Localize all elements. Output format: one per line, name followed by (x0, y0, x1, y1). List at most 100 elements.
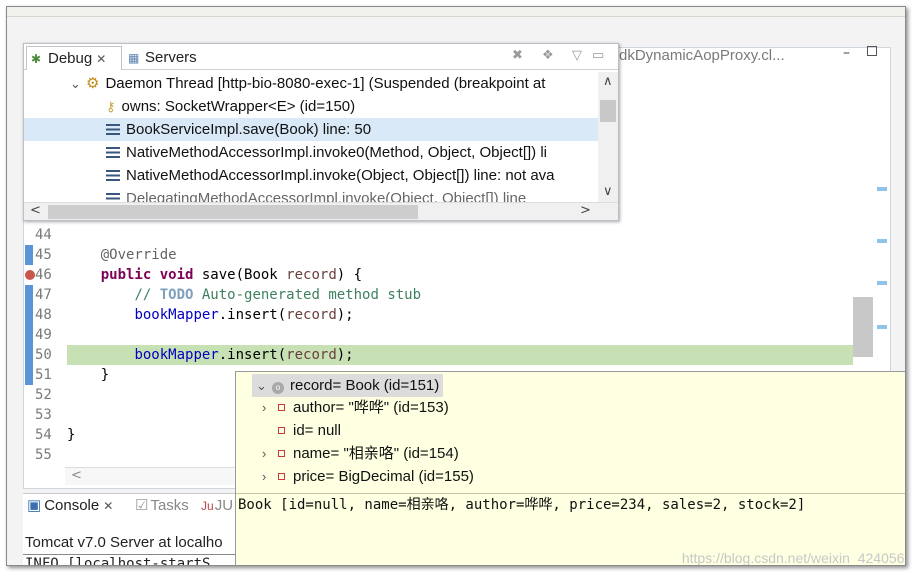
line-number: 49 (35, 327, 52, 343)
hover-tostring: Book [id=null, name=相亲咯, author=哗哗, pric… (238, 497, 806, 513)
thread-row[interactable]: ⌄ ⚙ Daemon Thread [http-bio-8080-exec-1] (… (24, 72, 598, 95)
stack-frame-row[interactable]: NativeMethodAccessorImpl.invoke0(Method,… (24, 141, 598, 164)
code-token: Auto-generated method stub (193, 287, 422, 303)
line-number: 52 (35, 387, 52, 403)
scroll-up-icon[interactable]: ∧ (603, 74, 613, 89)
stack-frame-row[interactable]: DelegatingMethodAccessorImpl.invoke(Obje… (24, 187, 598, 202)
hover-root-label: record= Book (id=151) (290, 377, 440, 394)
scroll-thumb[interactable] (48, 205, 418, 219)
code-token: record (286, 307, 337, 323)
gutter-marker[interactable] (25, 325, 33, 345)
thread-icon: ⚙ (86, 75, 100, 92)
code-token: ); (336, 347, 354, 363)
gutter-marker[interactable] (25, 305, 33, 325)
code-token: // (134, 287, 160, 303)
owns-row[interactable]: ⚷ owns: SocketWrapper<E> (id=150) (24, 95, 598, 118)
chevron-right-icon[interactable]: › (262, 396, 278, 419)
debug-horizontal-scrollbar[interactable]: < > (24, 202, 618, 220)
console-log-line: INFO [localhost-startS (25, 556, 211, 566)
key-icon: ⚷ (106, 99, 116, 114)
hover-field-label: author= "哗哗" (id=153) (293, 399, 449, 416)
code-token: ) { (336, 267, 363, 283)
stack-frame-icon (106, 170, 120, 181)
hover-field-label: id= null (293, 422, 341, 439)
scroll-thumb[interactable] (600, 100, 616, 122)
tab-junit[interactable]: JuJU (201, 494, 233, 518)
tab-tasks[interactable]: ☑ Tasks (135, 494, 189, 518)
code-line[interactable]: } (67, 365, 109, 385)
scroll-left-icon[interactable]: < (30, 203, 41, 218)
chevron-right-icon[interactable]: › (262, 442, 278, 465)
code-token: } (67, 367, 110, 383)
remove-terminated-icon[interactable]: ✖ (512, 48, 523, 63)
stack-frame-row[interactable]: NativeMethodAccessorImpl.invoke(Object, … (24, 164, 598, 187)
code-line[interactable]: @Override (67, 245, 177, 265)
hover-field-row[interactable]: › name= "相亲咯" (id=154) (262, 442, 459, 465)
hover-field-row[interactable]: › author= "哗哗" (id=153) (262, 396, 449, 419)
gutter-marker[interactable] (25, 345, 33, 365)
junit-icon: Ju (201, 499, 214, 513)
chevron-down-icon[interactable]: ⌄ (256, 374, 272, 397)
maximize-icon[interactable] (867, 46, 877, 56)
line-number: 54 (35, 427, 52, 443)
scroll-down-icon[interactable]: ∨ (603, 184, 613, 199)
ruler-mark[interactable] (877, 281, 887, 285)
code-token: void (159, 267, 194, 283)
scroll-right-icon[interactable]: > (580, 203, 591, 218)
tasks-icon: ☑ (135, 497, 149, 514)
debug-vertical-scrollbar[interactable]: ∧ ∨ (598, 72, 618, 202)
threads-icon[interactable]: ❖ (542, 48, 554, 63)
minimize-icon[interactable]: – (843, 45, 850, 61)
owns-label: owns: SocketWrapper<E> (id=150) (121, 98, 356, 115)
close-icon[interactable]: ✕ (96, 52, 106, 66)
chevron-right-icon[interactable]: › (262, 465, 278, 488)
ruler-mark[interactable] (877, 187, 887, 191)
stack-frame-row[interactable]: BookServiceImpl.save(Book) line: 50 (24, 118, 598, 141)
gutter-marker[interactable] (25, 285, 33, 305)
stack-frame-label: NativeMethodAccessorImpl.invoke(Object, … (126, 167, 555, 184)
chevron-down-icon[interactable]: ⌄ (70, 72, 86, 95)
tab-console[interactable]: ▣ Console ✕ (27, 494, 113, 518)
code-line[interactable]: public void save(Book record) { (67, 265, 362, 285)
hover-field-row[interactable]: id= null (278, 419, 341, 442)
ruler-mark[interactable] (877, 325, 887, 329)
thread-label: Daemon Thread [http-bio-8080-exec-1] (Su… (105, 75, 546, 92)
code-token: bookMapper (134, 307, 219, 323)
line-number: 50 (35, 347, 52, 363)
gutter-marker[interactable] (25, 365, 33, 385)
view-menu-icon[interactable]: ▽ (572, 48, 582, 63)
editor-tab-background[interactable]: dkDynamicAopProxy.cl... (619, 47, 785, 64)
ruler-mark[interactable] (877, 239, 887, 243)
editor-horizontal-scrollbar[interactable]: < (65, 467, 245, 485)
code-line[interactable]: bookMapper.insert(record); (67, 305, 353, 325)
line-number: 47 (35, 287, 52, 303)
code-token: record (286, 267, 337, 283)
top-toolbar (7, 7, 905, 17)
hover-field-label: name= "相亲咯" (id=154) (293, 445, 459, 462)
gutter-marker[interactable] (25, 245, 33, 265)
scroll-left-icon[interactable]: < (71, 468, 82, 483)
code-line[interactable]: } (67, 425, 75, 445)
tab-servers[interactable]: ▦ Servers (128, 46, 197, 70)
hover-field-row[interactable]: › price= BigDecimal (id=155) (262, 465, 474, 488)
code-line[interactable]: bookMapper.insert(record); (67, 345, 354, 365)
code-line[interactable]: // TODO Auto-generated method stub (67, 285, 421, 305)
debug-tabbar: ✱ Debug ✕ ▦ Servers ✖ ❖ ▽ ▭ (24, 44, 618, 70)
breakpoint-icon[interactable] (25, 270, 35, 280)
restore-icon[interactable]: ▭ (592, 48, 604, 63)
console-view: ▣ Console ✕ ☑ Tasks JuJU Tomcat v7.0 Server… (23, 493, 253, 566)
line-number-gutter: 44 45 46 47 48 49 50 51 52 53 54 55 (23, 225, 67, 465)
line-number: 51 (35, 367, 52, 383)
stack-frame-label: BookServiceImpl.save(Book) line: 50 (126, 121, 372, 138)
tab-debug[interactable]: ✱ Debug ✕ (26, 46, 122, 70)
console-server-line: Tomcat v7.0 Server at localho (25, 534, 223, 551)
tab-debug-label: Debug (48, 50, 93, 67)
code-token: } (67, 427, 76, 443)
hover-root-row[interactable]: ⌄ o record= Book (id=151) (252, 374, 444, 397)
close-icon[interactable]: ✕ (103, 499, 113, 513)
